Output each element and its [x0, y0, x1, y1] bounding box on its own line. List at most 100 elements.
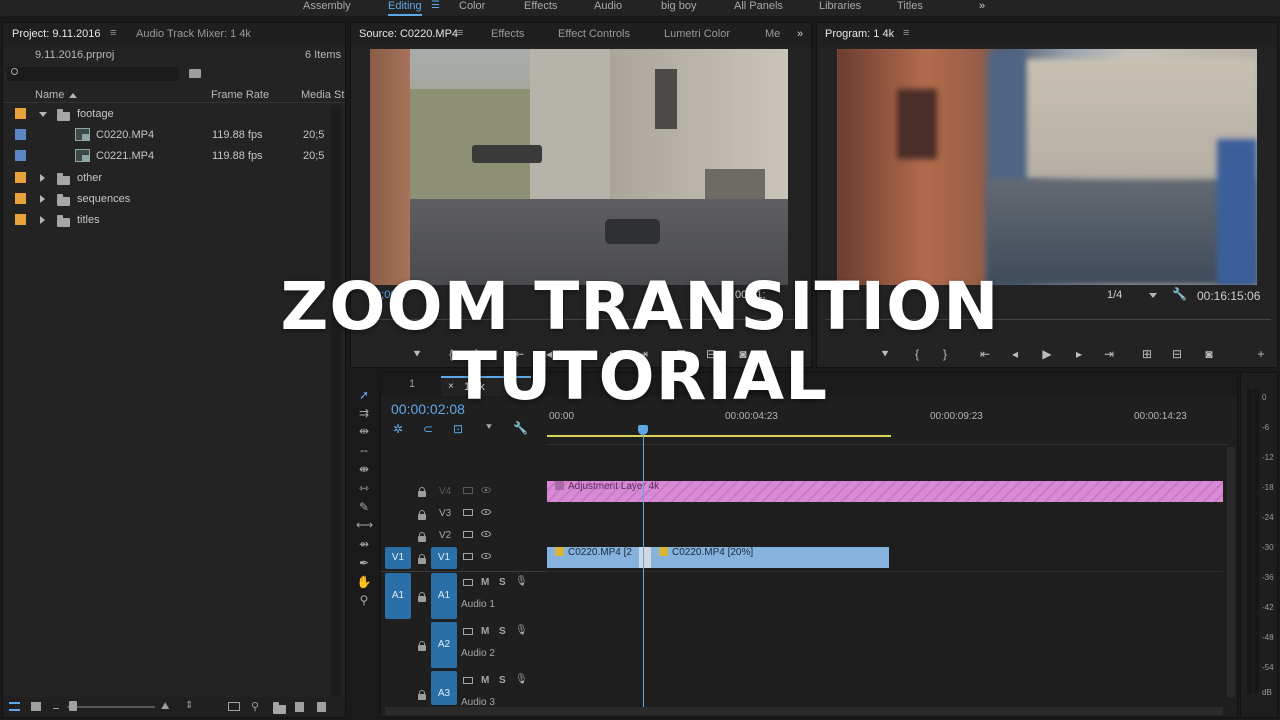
wrench-icon[interactable]: 🔧 — [513, 421, 528, 435]
automate-to-sequence-icon[interactable] — [228, 702, 240, 711]
source-video-frame[interactable] — [370, 49, 788, 285]
video-clip-a[interactable]: C0220.MP4 [2 — [547, 547, 639, 568]
voiceover-mic-icon[interactable]: 🎙 — [515, 576, 528, 587]
toggle-sync-icon[interactable] — [463, 487, 473, 494]
project-item-clip-c0220[interactable]: C0220.MP4 119.88 fps 20;5 — [3, 125, 343, 146]
workspace-menu-icon[interactable]: ☰ — [431, 0, 440, 11]
toggle-sync-icon[interactable] — [463, 531, 473, 538]
zoom-slider-handle[interactable] — [69, 701, 77, 711]
razor-tool-icon[interactable]: ✎ — [356, 500, 372, 514]
solo-button[interactable]: S — [499, 626, 506, 637]
toggle-output-eye-icon[interactable] — [481, 531, 491, 537]
source-patch-a1[interactable]: A1 — [385, 573, 411, 619]
program-video-frame[interactable] — [837, 49, 1257, 285]
voiceover-mic-icon[interactable]: 🎙 — [515, 674, 528, 685]
freeform-view-icon[interactable] — [53, 703, 59, 709]
tab-source[interactable]: Source: C0220.MP4 — [359, 28, 458, 40]
workspace-overflow-icon[interactable]: » — [979, 0, 985, 14]
workspace-audio[interactable]: Audio — [594, 0, 622, 14]
find-icon[interactable]: ⚲ — [251, 700, 259, 713]
list-view-icon[interactable] — [9, 702, 20, 711]
project-item-sequences[interactable]: sequences — [3, 189, 343, 210]
new-item-icon[interactable] — [295, 702, 304, 712]
source-patch-v1[interactable]: V1 — [385, 547, 411, 569]
disclosure-closed-icon[interactable] — [40, 216, 45, 224]
toggle-output-eye-icon[interactable] — [481, 487, 491, 493]
tab-menu-icon[interactable]: ≡ — [110, 27, 116, 39]
timeline-track-area[interactable]: Adjustment Layer 4k C0220.MP4 [2 C0220.M… — [547, 447, 1223, 709]
rolling-edit-tool-icon[interactable]: ⇔ — [356, 443, 372, 457]
workspace-color[interactable]: Color — [459, 0, 485, 14]
tab-effect-controls[interactable]: Effect Controls — [558, 28, 630, 40]
playhead-line[interactable] — [643, 429, 644, 711]
lock-icon[interactable] — [418, 554, 426, 564]
mute-button[interactable]: M — [481, 577, 489, 588]
tab-lumetri-color[interactable]: Lumetri Color — [664, 28, 730, 40]
clear-icon[interactable] — [317, 702, 326, 712]
insert-sequence-nested-icon[interactable]: ⊡ — [453, 422, 463, 436]
zoom-tool-icon[interactable]: ⚲ — [356, 593, 372, 607]
track-target-a1[interactable]: A1 — [431, 573, 457, 619]
new-bin-icon[interactable] — [273, 702, 286, 714]
tab-overflow-icon[interactable]: » — [797, 28, 803, 40]
tab-menu-icon[interactable]: ≡ — [457, 27, 463, 39]
column-media-start[interactable]: Media St — [301, 89, 344, 101]
slide-tool-icon[interactable]: ⇴ — [356, 537, 372, 551]
rate-stretch-tool-icon[interactable]: ⇼ — [356, 462, 372, 476]
tab-audio-track-mixer[interactable]: Audio Track Mixer: 1 4k — [136, 28, 251, 40]
workspace-editing[interactable]: Editing — [388, 0, 422, 16]
sort-icons-icon[interactable]: ⛰ — [161, 701, 169, 712]
timeline-horizontal-scrollbar[interactable] — [385, 707, 1223, 715]
hand-tool-icon[interactable]: ✋ — [356, 575, 372, 589]
lock-icon[interactable] — [418, 487, 426, 497]
workspace-effects[interactable]: Effects — [524, 0, 557, 14]
workspace-big-boy[interactable]: big boy — [661, 0, 696, 14]
snap-icon[interactable]: ✲ — [393, 422, 403, 436]
pen-tool-icon[interactable]: ✒ — [356, 556, 372, 570]
video-clip-b[interactable]: C0220.MP4 [20%] — [651, 547, 889, 568]
track-target-a2[interactable]: A2 — [431, 622, 457, 668]
project-item-clip-c0221[interactable]: C0221.MP4 119.88 fps 20;5 — [3, 146, 343, 167]
toggle-sync-icon[interactable] — [463, 628, 473, 635]
solo-button[interactable]: S — [499, 577, 506, 588]
new-bin-search-icon[interactable] — [189, 69, 201, 78]
workspace-all-panels[interactable]: All Panels — [734, 0, 783, 14]
add-marker-icon[interactable]: ⯆ — [485, 422, 493, 433]
adjustment-layer-clip[interactable]: Adjustment Layer 4k — [547, 481, 1223, 502]
project-item-other[interactable]: other — [3, 168, 343, 189]
tab-effects[interactable]: Effects — [491, 28, 524, 40]
sort-updown-icon[interactable]: ⇕ — [185, 700, 193, 711]
playhead-handle[interactable] — [638, 425, 648, 435]
project-search-input[interactable] — [7, 67, 179, 81]
lock-icon[interactable] — [418, 532, 426, 542]
tab-program[interactable]: Program: 1 4k — [825, 28, 894, 40]
track-target-v1[interactable]: V1 — [431, 547, 457, 569]
toggle-sync-icon[interactable] — [463, 553, 473, 560]
tab-metadata[interactable]: Me — [765, 28, 780, 40]
lock-icon[interactable] — [418, 641, 426, 651]
work-area-bar[interactable] — [547, 435, 891, 437]
mute-button[interactable]: M — [481, 675, 489, 686]
ripple-edit-tool-icon[interactable]: ⇹ — [356, 424, 372, 438]
column-name[interactable]: Name — [35, 89, 64, 101]
toggle-sync-icon[interactable] — [463, 677, 473, 684]
disclosure-closed-icon[interactable] — [40, 195, 45, 203]
column-frame-rate[interactable]: Frame Rate — [211, 89, 269, 101]
voiceover-mic-icon[interactable]: 🎙 — [515, 625, 528, 636]
project-item-footage[interactable]: footage — [3, 104, 343, 125]
transition-marker[interactable] — [639, 547, 651, 568]
slip-tool-icon[interactable]: ⟷ — [356, 518, 373, 532]
project-item-titles[interactable]: titles — [3, 210, 343, 231]
workspace-assembly[interactable]: Assembly — [303, 0, 351, 14]
icon-view-icon[interactable] — [31, 702, 41, 711]
track-target-a3[interactable]: A3 — [431, 671, 457, 705]
workspace-libraries[interactable]: Libraries — [819, 0, 861, 14]
lock-icon[interactable] — [418, 690, 426, 700]
toggle-output-eye-icon[interactable] — [481, 553, 491, 559]
lock-icon[interactable] — [418, 592, 426, 602]
toggle-sync-icon[interactable] — [463, 509, 473, 516]
zoom-slider-track[interactable] — [67, 701, 155, 711]
disclosure-closed-icon[interactable] — [40, 174, 45, 182]
mute-button[interactable]: M — [481, 626, 489, 637]
razor-trim-tool-icon[interactable]: ⇿ — [356, 481, 372, 495]
